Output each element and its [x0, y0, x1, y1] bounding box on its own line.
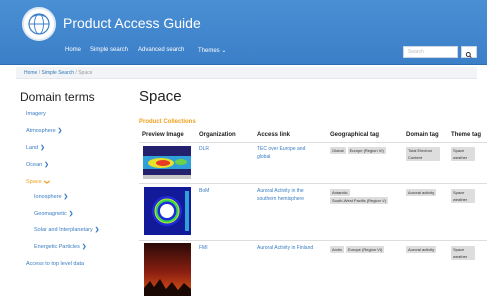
tag-badge[interactable]: Space weather	[451, 189, 475, 203]
column-header: Domain tag	[406, 132, 439, 138]
chevron-right-icon: ❯	[81, 244, 87, 250]
sidebar-item-ionosphere[interactable]: Ionosphere ❯	[34, 194, 68, 200]
tag-badge[interactable]: Europe (Region VI)	[347, 147, 386, 154]
tag-badge[interactable]: Total Electron Content	[406, 147, 440, 161]
aurora-southern-thumbnail[interactable]	[144, 187, 191, 235]
table-divider	[139, 183, 487, 184]
table-cell-org: FMI	[199, 245, 208, 251]
site-title[interactable]: Product Access Guide	[63, 15, 201, 31]
tag-badge[interactable]: Europe (Region VI)	[346, 246, 385, 253]
chevron-right-icon: ❯	[40, 145, 45, 151]
geo-tags: Global Europe (Region VI)	[330, 147, 402, 155]
magnifier-icon	[465, 52, 472, 58]
nav-advanced-search[interactable]: Advanced search	[138, 47, 184, 53]
aurora-finland-thumbnail[interactable]	[144, 243, 191, 296]
access-link[interactable]: Auroral Activity in the southern hemisph…	[257, 187, 323, 203]
sidebar-item-top-level-data[interactable]: Access to top level data	[26, 261, 84, 267]
tag-badge[interactable]: South-West Pacific (Region V)	[330, 197, 388, 204]
globe-icon	[28, 13, 50, 35]
sidebar-title: Domain terms	[20, 90, 95, 104]
sidebar-item-atmosphere[interactable]: Atmosphere ❯	[26, 128, 62, 134]
tag-badge[interactable]: Auroral activity	[406, 246, 437, 253]
column-header: Organization	[199, 132, 236, 138]
domain-tag: Auroral activity	[406, 246, 442, 254]
header-bar: Product Access Guide Home Simple search …	[0, 0, 487, 65]
breadcrumb-current: Space	[78, 70, 93, 76]
tag-badge[interactable]: Antarctic	[330, 189, 350, 196]
nav-simple-search[interactable]: Simple search	[90, 47, 128, 53]
nav-home[interactable]: Home	[65, 47, 81, 53]
column-header: Access link	[257, 132, 291, 138]
chevron-right-icon: ❯	[94, 227, 100, 233]
tec-map-thumbnail[interactable]	[143, 146, 191, 179]
tag-badge[interactable]: Space weather	[451, 246, 475, 260]
domain-tag: Auroral activity	[406, 189, 442, 197]
domain-tag: Total Electron Content	[406, 147, 442, 162]
breadcrumb-home[interactable]: Home	[24, 70, 37, 76]
wmo-logo[interactable]	[22, 7, 56, 41]
chevron-right-icon: ❯	[63, 194, 69, 200]
tag-badge[interactable]: Space weather	[451, 147, 475, 161]
sidebar-item-imagery[interactable]: Imagery	[26, 111, 46, 117]
tag-badge[interactable]: Arctic	[330, 246, 344, 253]
geo-tags: AntarcticSouth-West Pacific (Region V)	[330, 189, 402, 205]
chevron-right-icon: ❯	[68, 211, 74, 217]
sidebar-item-space[interactable]: Space❯	[26, 179, 49, 185]
column-header: Preview Image	[142, 132, 184, 138]
sidebar-item-land[interactable]: Land ❯	[26, 145, 45, 151]
table-divider	[139, 240, 487, 241]
chevron-right-icon: ❯	[57, 128, 63, 134]
breadcrumb: Home / Simple Search / Space	[24, 70, 93, 76]
access-link[interactable]: Auroral Activity in Finland	[257, 244, 325, 252]
section-heading: Product Collections	[139, 119, 196, 125]
sidebar-item-geomagnetic[interactable]: Geomagnetic ❯	[34, 211, 73, 217]
page-title: Space	[139, 88, 182, 105]
sidebar-item-ocean[interactable]: Ocean ❯	[26, 162, 49, 168]
chevron-right-icon: ❯	[44, 162, 49, 168]
breadcrumb-simple-search[interactable]: Simple Search	[42, 70, 75, 76]
theme-tag: Space weather	[451, 246, 477, 261]
search-button[interactable]	[461, 46, 477, 58]
sidebar-item-solar[interactable]: Solar and Interplanetary ❯	[34, 227, 99, 233]
search-input[interactable]: Search	[403, 46, 458, 58]
theme-tag: Space weather	[451, 147, 477, 162]
sidebar-item-energetic-particles[interactable]: Energetic Particles ❯	[34, 244, 86, 250]
column-header: Geographical tag	[330, 132, 380, 138]
access-link[interactable]: TEC over Europe and global	[257, 145, 319, 161]
column-header: Theme tag	[451, 132, 482, 138]
geo-tags: Arctic Europe (Region VI)	[330, 246, 402, 254]
chevron-down-icon: ❯	[42, 179, 49, 185]
table-divider	[139, 142, 487, 143]
table-cell-org: DLR	[199, 146, 210, 152]
nav-themes[interactable]: Themes ⌄	[198, 47, 226, 54]
theme-tag: Space weather	[451, 189, 477, 204]
tag-badge[interactable]: Auroral activity	[406, 189, 437, 196]
table-cell-org: BoM	[199, 188, 210, 194]
tag-badge[interactable]: Global	[330, 147, 346, 154]
